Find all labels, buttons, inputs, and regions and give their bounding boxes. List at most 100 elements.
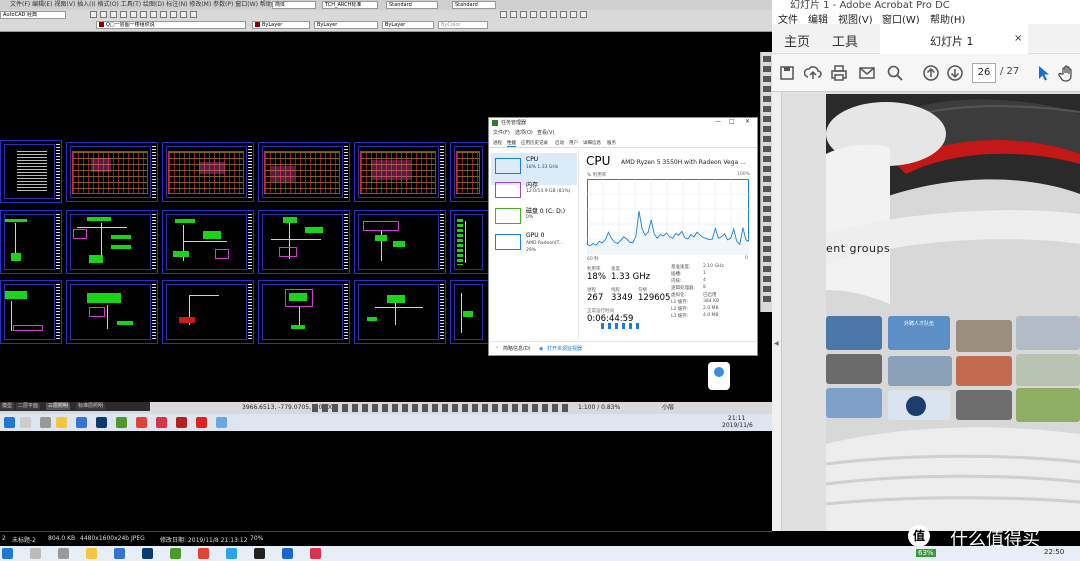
close-tab-icon[interactable]: × (1014, 33, 1022, 44)
search-icon[interactable] (886, 64, 904, 82)
tab-document[interactable]: 幻灯片 1 × (880, 24, 1028, 54)
windows-start-icon[interactable] (2, 548, 13, 559)
match-icon[interactable] (190, 11, 197, 18)
chrome-icon[interactable] (198, 548, 209, 559)
lineweight-combo[interactable]: ByLayer (382, 21, 434, 29)
tab-layout-2f[interactable]: 二层平面 (16, 403, 41, 410)
wechat-icon[interactable] (116, 417, 127, 428)
pdf-icon[interactable] (196, 417, 207, 428)
mail-icon[interactable] (76, 417, 87, 428)
plotstyle-combo[interactable]: ByColor (438, 21, 488, 29)
open-resource-monitor-link[interactable]: 打开资源监视器 (547, 346, 582, 352)
explorer-icon[interactable] (86, 548, 97, 559)
undo-icon[interactable] (130, 11, 137, 18)
polar-icon[interactable] (530, 11, 537, 18)
grid-icon[interactable] (510, 11, 517, 18)
dyn-icon[interactable] (570, 11, 577, 18)
acrobat-document-area[interactable]: ◀ ent groups 外聘人才队伍 (772, 92, 1080, 531)
sidebar-item-gpu[interactable]: GPU 0 AMD Radeon(T... 29% (491, 229, 577, 261)
teamviewer-icon[interactable] (282, 548, 293, 559)
email-icon[interactable] (858, 64, 876, 82)
close-button[interactable]: ✕ (745, 119, 750, 125)
tab-details[interactable]: 详细信息 (583, 140, 601, 146)
properties-icon[interactable] (170, 11, 177, 18)
lwt-icon[interactable] (580, 11, 587, 18)
tab-layout-3f[interactable]: 三层照明 (46, 403, 71, 410)
dim-style-combo[interactable]: Standard (452, 1, 496, 9)
new-icon[interactable] (90, 11, 97, 18)
save-icon[interactable] (778, 64, 796, 82)
tm-menu-options[interactable]: 选项(O) (515, 130, 533, 136)
explorer-icon[interactable] (56, 417, 67, 428)
view-combo[interactable]: 简体 (272, 1, 316, 9)
scale-combo[interactable]: 小层 (662, 405, 674, 411)
app-icon[interactable] (216, 417, 227, 428)
capture-icon[interactable] (310, 548, 321, 559)
print-icon[interactable] (830, 64, 848, 82)
upload-cloud-icon[interactable] (804, 64, 822, 82)
qq-icon[interactable] (254, 548, 265, 559)
tab-performance[interactable]: 性能 (507, 140, 516, 147)
chrome-icon[interactable] (136, 417, 147, 428)
acrobat-icon[interactable] (176, 417, 187, 428)
text-style-combo[interactable]: Standard (386, 1, 438, 9)
microphone-icon[interactable] (714, 367, 724, 377)
search-icon[interactable] (30, 548, 41, 559)
layer-state-combo[interactable]: Q□一层图一楼组织说 (96, 21, 246, 29)
tab-startup[interactable]: 启动 (555, 140, 564, 146)
modify-tool-icons[interactable] (763, 56, 771, 304)
snap-icon[interactable] (500, 11, 507, 18)
input-method-icons[interactable] (601, 323, 641, 329)
workspace-combo[interactable]: AutoCAD 经典 (0, 11, 66, 19)
voice-input-widget[interactable] (708, 362, 730, 390)
photoshop-icon[interactable] (142, 548, 153, 559)
chevron-up-icon[interactable]: ⌃ (495, 346, 499, 352)
save-icon[interactable] (110, 11, 117, 18)
tm-menu-view[interactable]: 查看(V) (537, 130, 554, 136)
app-icon[interactable] (226, 548, 237, 559)
print-icon[interactable] (120, 11, 127, 18)
osnap-icon[interactable] (540, 11, 547, 18)
zoom-icon[interactable] (160, 11, 167, 18)
open-icon[interactable] (100, 11, 107, 18)
expand-arrow-icon[interactable]: ◀ (774, 340, 779, 347)
tab-processes[interactable]: 进程 (493, 140, 502, 146)
tm-menu-file[interactable]: 文件(F) (493, 130, 510, 136)
taskview-icon[interactable] (40, 417, 51, 428)
otrack-icon[interactable] (550, 11, 557, 18)
page-number-input[interactable]: 26 (972, 63, 996, 83)
taskview-icon[interactable] (58, 548, 69, 559)
redo-icon[interactable] (140, 11, 147, 18)
page-down-icon[interactable] (946, 64, 964, 82)
battery-badge[interactable]: 63% (916, 549, 936, 557)
tab-users[interactable]: 用户 (569, 140, 578, 146)
wechat-icon[interactable] (170, 548, 181, 559)
navigation-pane-toggle[interactable]: ◀ (772, 92, 782, 531)
start-icon[interactable] (4, 417, 15, 428)
annotation-scale[interactable]: 1:100 / 0.83% (578, 405, 620, 411)
drafting-toggles[interactable] (312, 404, 572, 412)
page-up-icon[interactable] (922, 64, 940, 82)
search-icon[interactable] (20, 417, 31, 428)
tab-layout-std[interactable]: 标准层照明 (76, 403, 106, 410)
capture-icon[interactable] (156, 417, 167, 428)
color-combo[interactable]: ByLayer (252, 21, 310, 29)
tab-services[interactable]: 服务 (607, 140, 616, 146)
tab-home[interactable]: 主页 (784, 31, 810, 50)
style-combo[interactable]: TCH_ARCH标准 (322, 1, 378, 9)
hand-tool-icon[interactable] (1058, 64, 1076, 82)
mail-icon[interactable] (114, 548, 125, 559)
pan-icon[interactable] (150, 11, 157, 18)
minimize-button[interactable]: — (715, 119, 721, 125)
select-cursor-icon[interactable] (1034, 64, 1052, 82)
ducs-icon[interactable] (560, 11, 567, 18)
maximize-button[interactable]: □ (729, 119, 735, 125)
tab-app-history[interactable]: 应用历史记录 (521, 140, 548, 146)
clock-time[interactable]: 22:50 (1044, 548, 1064, 556)
tab-model[interactable]: 模型 (0, 403, 15, 410)
linetype-combo[interactable]: ByLayer (314, 21, 378, 29)
tab-tools[interactable]: 工具 (832, 31, 858, 50)
layer-icon[interactable] (180, 11, 187, 18)
photoshop-icon[interactable] (96, 417, 107, 428)
less-details-link[interactable]: 简略信息(D) (503, 346, 531, 352)
